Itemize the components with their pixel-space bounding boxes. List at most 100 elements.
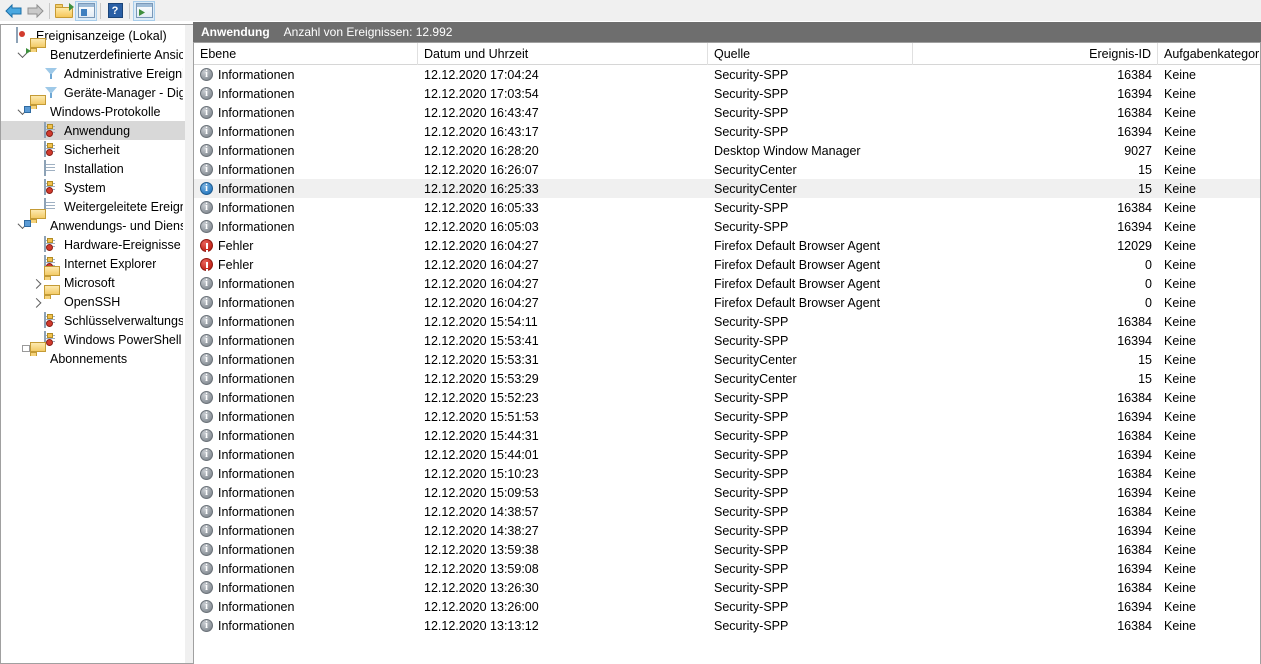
chevron-right-icon[interactable] — [29, 273, 43, 292]
cell-level: i Informationen — [194, 372, 418, 386]
table-row[interactable]: i Informationen 12.12.2020 16:26:07 Securit… — [194, 160, 1260, 179]
table-row[interactable]: i Informationen 12.12.2020 15:53:41 Securit… — [194, 331, 1260, 350]
table-row[interactable]: i Informationen 12.12.2020 16:43:47 Securit… — [194, 103, 1260, 122]
table-row[interactable]: i Informationen 12.12.2020 16:43:17 Securit… — [194, 122, 1260, 141]
table-row[interactable]: i Informationen 12.12.2020 17:04:24 Securit… — [194, 65, 1260, 84]
properties-window-icon — [77, 3, 95, 18]
sidebar-item-system[interactable]: System — [1, 178, 185, 197]
properties-button[interactable] — [75, 0, 97, 21]
log-event-icon — [44, 312, 60, 328]
cell-datetime: 12.12.2020 16:04:27 — [418, 258, 708, 272]
action-pane-button[interactable] — [133, 0, 155, 21]
sidebar-item-weitergeleitete-ereignisse[interactable]: Weitergeleitete Ereignisse — [1, 197, 185, 216]
sidebar-item-anwendungs-und-dienstprotokolle[interactable]: Anwendungs- und Dienstprotokolle — [1, 209, 185, 235]
sidebar-item-benutzerdefinierte-ansichten[interactable]: Benutzerdefinierte Ansichten — [1, 38, 185, 64]
cell-source: Security-SPP — [708, 334, 913, 348]
sidebar-item-sicherheit[interactable]: Sicherheit — [1, 140, 185, 159]
level-label: Informationen — [218, 580, 295, 595]
cell-category-text: Keine — [1164, 504, 1196, 519]
table-row[interactable]: i Informationen 12.12.2020 14:38:57 Securit… — [194, 502, 1260, 521]
table-row[interactable]: i Informationen 12.12.2020 13:59:08 Securit… — [194, 559, 1260, 578]
info-icon: i — [200, 429, 213, 442]
cell-level: i Informationen — [194, 125, 418, 139]
cell-category: Keine — [1158, 125, 1260, 139]
table-row[interactable]: i Informationen 12.12.2020 15:10:23 Securit… — [194, 464, 1260, 483]
sidebar-item-schl-sselverwaltungsdienst[interactable]: Schlüsselverwaltungsdienst — [1, 311, 185, 330]
table-row[interactable]: i Informationen 12.12.2020 16:28:20 Desktop… — [194, 141, 1260, 160]
cell-source: Security-SPP — [708, 543, 913, 557]
sidebar-item-ger-te-manager-digital[interactable]: Geräte-Manager - Digital — [1, 83, 185, 102]
table-row[interactable]: i Informationen 12.12.2020 13:13:12 Securit… — [194, 616, 1260, 635]
cell-level: i Informationen — [194, 524, 418, 538]
sidebar-splitter[interactable] — [185, 24, 193, 664]
table-row[interactable]: i Informationen 12.12.2020 15:53:29 Securit… — [194, 369, 1260, 388]
table-row[interactable]: i Informationen 12.12.2020 17:03:54 Securit… — [194, 84, 1260, 103]
table-row[interactable]: i Informationen 12.12.2020 15:53:31 Securit… — [194, 350, 1260, 369]
sidebar-item-internet-explorer[interactable]: Internet Explorer — [1, 254, 185, 273]
sidebar-item-label: System — [64, 180, 106, 195]
sidebar-item-windows-protokolle[interactable]: Windows-Protokolle — [1, 95, 185, 121]
info-icon: i — [200, 505, 213, 518]
sidebar-item-microsoft[interactable]: Microsoft — [1, 266, 185, 292]
table-row[interactable]: i Informationen 12.12.2020 16:04:27 Firefox… — [194, 274, 1260, 293]
cell-source-text: Security-SPP — [714, 561, 789, 576]
sidebar-item-hardware-ereignisse[interactable]: Hardware-Ereignisse — [1, 235, 185, 254]
level-label: Informationen — [218, 504, 295, 519]
info-icon: i — [200, 619, 213, 632]
sidebar-item-label: Administrative Ereignisse — [64, 66, 183, 81]
sidebar-item-anwendung[interactable]: Anwendung — [1, 121, 185, 140]
table-row[interactable]: i Informationen 12.12.2020 16:05:03 Securit… — [194, 217, 1260, 236]
cell-level: i Informationen — [194, 391, 418, 405]
info-icon: i — [200, 106, 213, 119]
console-tree[interactable]: Ereignisanzeige (Lokal) Benutzerdefiniert… — [0, 24, 185, 664]
cell-datetime-text: 12.12.2020 15:52:23 — [424, 390, 539, 405]
cell-event-id-text: 12029 — [1117, 238, 1152, 253]
events-list[interactable]: i Informationen 12.12.2020 17:04:24 Securit… — [194, 65, 1260, 635]
cell-category: Keine — [1158, 410, 1260, 424]
table-row[interactable]: i Informationen 12.12.2020 15:44:31 Securit… — [194, 426, 1260, 445]
cell-datetime: 12.12.2020 13:26:00 — [418, 600, 708, 614]
sidebar-item-installation[interactable]: Installation — [1, 159, 185, 178]
level-label: Informationen — [218, 105, 295, 120]
level-label: Fehler — [218, 257, 254, 272]
forward-button[interactable] — [24, 1, 46, 21]
table-row[interactable]: i Informationen 12.12.2020 15:09:53 Securit… — [194, 483, 1260, 502]
table-row[interactable]: i Informationen 12.12.2020 15:54:11 Securit… — [194, 312, 1260, 331]
table-row[interactable]: Fehler 12.12.2020 16:04:27 Firefox Default… — [194, 236, 1260, 255]
table-row[interactable]: i Informationen 12.12.2020 15:52:23 Securit… — [194, 388, 1260, 407]
help-button[interactable]: ? — [104, 1, 126, 21]
table-row[interactable]: i Informationen 12.12.2020 13:26:30 Securit… — [194, 578, 1260, 597]
table-row[interactable]: i Informationen 12.12.2020 15:51:53 Securit… — [194, 407, 1260, 426]
level-label: Informationen — [218, 143, 295, 158]
chevron-right-icon[interactable] — [29, 292, 43, 311]
table-row[interactable]: Fehler 12.12.2020 16:04:27 Firefox Default… — [194, 255, 1260, 274]
error-icon — [200, 239, 213, 252]
column-header-category[interactable]: Aufgabenkategorie — [1158, 43, 1260, 65]
info-icon: i — [200, 600, 213, 613]
sidebar-item-ereignisanzeige-lokal[interactable]: Ereignisanzeige (Lokal) — [1, 26, 185, 45]
cell-source-text: Security-SPP — [714, 542, 789, 557]
level-label: Informationen — [218, 409, 295, 424]
column-header-event-id[interactable]: Ereignis-ID — [913, 43, 1158, 65]
cell-event-id-text: 15 — [1138, 371, 1152, 386]
table-row[interactable]: i Informationen 12.12.2020 16:05:33 Securit… — [194, 198, 1260, 217]
column-header-datetime[interactable]: Datum und Uhrzeit — [418, 43, 708, 65]
column-header-source[interactable]: Quelle — [708, 43, 913, 65]
table-row[interactable]: i Informationen 12.12.2020 15:44:01 Securit… — [194, 445, 1260, 464]
console-tree-button[interactable] — [53, 1, 75, 21]
sidebar-item-openssh[interactable]: OpenSSH — [1, 285, 185, 311]
table-row[interactable]: i Informationen 12.12.2020 16:04:27 Firefox… — [194, 293, 1260, 312]
table-row[interactable]: i Informationen 12.12.2020 14:38:27 Securit… — [194, 521, 1260, 540]
table-row[interactable]: i Informationen 12.12.2020 16:25:33 Securit… — [194, 179, 1260, 198]
cell-event-id-text: 16394 — [1117, 523, 1152, 538]
cell-category: Keine — [1158, 106, 1260, 120]
sidebar-item-abonnements[interactable]: Abonnements — [1, 342, 185, 368]
back-button[interactable] — [2, 1, 24, 21]
cell-event-id-text: 16394 — [1117, 219, 1152, 234]
table-row[interactable]: i Informationen 12.12.2020 13:26:00 Securit… — [194, 597, 1260, 616]
sidebar-item-administrative-ereignisse[interactable]: Administrative Ereignisse — [1, 64, 185, 83]
column-header-level[interactable]: Ebene — [194, 43, 418, 65]
table-row[interactable]: i Informationen 12.12.2020 13:59:38 Securit… — [194, 540, 1260, 559]
event-count-label: Anzahl von Ereignissen: 12.992 — [283, 25, 453, 39]
cell-event-id-text: 16394 — [1117, 409, 1152, 424]
